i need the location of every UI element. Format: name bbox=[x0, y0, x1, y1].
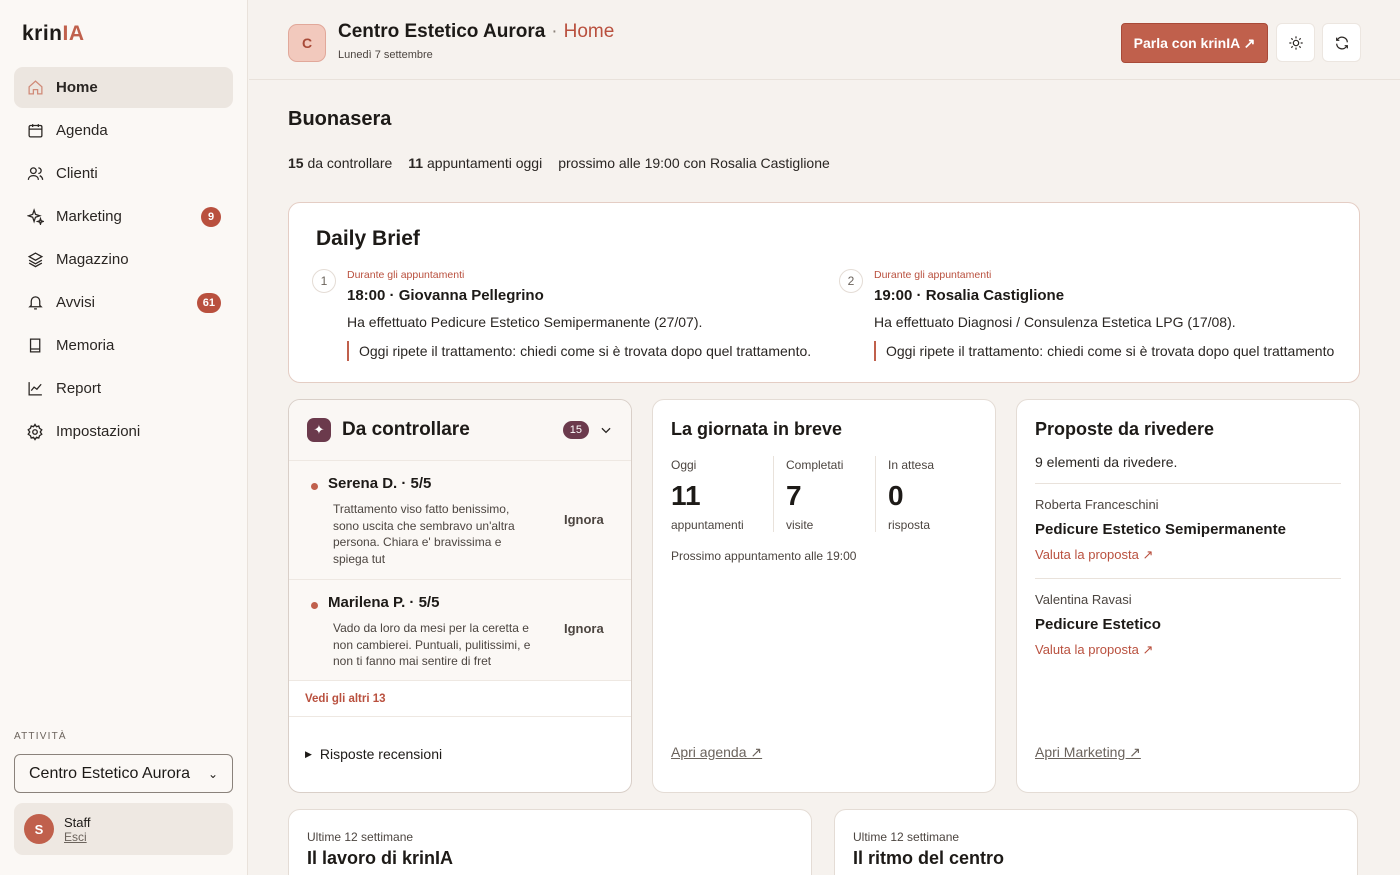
business-avatar: C bbox=[288, 24, 326, 62]
chevron-down-icon: ⌄ bbox=[207, 766, 218, 781]
activity-select[interactable]: Centro Estetico Aurora ⌄ bbox=[14, 754, 233, 793]
triangle-right-icon: ▶ bbox=[305, 748, 312, 759]
avvisi-badge: 61 bbox=[196, 292, 221, 313]
current-date: Lunedì 7 settembre bbox=[338, 49, 433, 61]
top-header: C Centro Estetico Aurora · Home Lunedì 7 s… bbox=[249, 0, 1400, 80]
chevron-down-icon bbox=[599, 423, 613, 437]
see-more-link[interactable]: Vedi gli altri 13 bbox=[289, 681, 631, 717]
sidebar-nav: Home Agenda Clienti Marketing 9 Magazzin… bbox=[14, 67, 233, 454]
app-root: krinIA Home Agenda Clienti Marketing 9 M… bbox=[0, 0, 1400, 875]
stat-today: Oggi 11 appuntamenti bbox=[671, 458, 744, 532]
staff-card: S Staff Esci bbox=[14, 803, 233, 855]
book-icon bbox=[26, 337, 44, 355]
sun-icon bbox=[1288, 35, 1304, 51]
sparkle-icon: ✦ bbox=[307, 418, 331, 442]
proposal-client: Valentina Ravasi bbox=[1035, 592, 1132, 607]
sparkles-icon bbox=[26, 208, 44, 226]
refresh-button[interactable] bbox=[1322, 23, 1361, 62]
daily-brief-card: Daily Brief 1 Durante gli appuntamenti 1… bbox=[288, 202, 1360, 383]
page-title: Centro Estetico Aurora · Home bbox=[338, 21, 615, 42]
summary-stats: 15 da controllare 11 appuntamenti oggi p… bbox=[288, 155, 830, 171]
ignore-button[interactable]: Ignora bbox=[564, 512, 604, 527]
day-summary-card: La giornata in breve Oggi 11 appuntament… bbox=[652, 399, 996, 793]
home-icon bbox=[26, 79, 44, 97]
proposals-count: 9 elementi da rivedere. bbox=[1035, 454, 1178, 470]
sidebar-item-impostazioni[interactable]: Impostazioni bbox=[14, 411, 233, 452]
sidebar: krinIA Home Agenda Clienti Marketing 9 M… bbox=[0, 0, 248, 875]
stat-next: prossimo alle 19:00 con Rosalia Castigli… bbox=[558, 155, 830, 171]
avatar: S bbox=[24, 814, 54, 844]
evaluate-proposal-link[interactable]: Valuta la proposta ↗ bbox=[1035, 547, 1153, 563]
stat-to-review: 15 da controllare bbox=[288, 155, 393, 171]
bell-icon bbox=[26, 294, 44, 312]
proposals-card: Proposte da rivedere 9 elementi da rived… bbox=[1016, 399, 1360, 793]
sidebar-item-agenda[interactable]: Agenda bbox=[14, 110, 233, 151]
krinia-work-card: Ultime 12 settimane Il lavoro di krinIA bbox=[288, 809, 812, 875]
to-review-count: 15 bbox=[562, 421, 589, 439]
chart-line-icon bbox=[26, 380, 44, 398]
proposal-client: Roberta Franceschini bbox=[1035, 497, 1159, 512]
sidebar-item-clienti[interactable]: Clienti bbox=[14, 153, 233, 194]
users-icon bbox=[26, 165, 44, 183]
talk-to-krinia-button[interactable]: Parla con krinIA ↗ bbox=[1121, 23, 1268, 63]
proposal-treatment: Pedicure Estetico Semipermanente bbox=[1035, 521, 1286, 538]
daily-brief-title: Daily Brief bbox=[316, 227, 420, 250]
list-item: Serena D. · 5/5 Trattamento viso fatto b… bbox=[289, 461, 631, 580]
marketing-badge: 9 bbox=[201, 206, 221, 227]
sidebar-item-marketing[interactable]: Marketing 9 bbox=[14, 196, 233, 237]
open-agenda-link[interactable]: Apri agenda ↗ bbox=[671, 744, 762, 761]
theme-toggle-button[interactable] bbox=[1276, 23, 1315, 62]
to-review-header[interactable]: ✦ Da controllare 15 bbox=[289, 400, 631, 461]
sidebar-item-avvisi[interactable]: Avvisi 61 bbox=[14, 282, 233, 323]
calendar-icon bbox=[26, 122, 44, 140]
review-replies-toggle[interactable]: ▶ Risposte recensioni bbox=[289, 717, 631, 791]
logout-link[interactable]: Esci bbox=[64, 830, 91, 844]
proposal-treatment: Pedicure Estetico bbox=[1035, 616, 1161, 633]
stat-completed: Completati 7 visite bbox=[786, 458, 844, 532]
list-item: Marilena P. · 5/5 Vado da loro da mesi p… bbox=[289, 580, 631, 681]
ignore-button[interactable]: Ignora bbox=[564, 621, 604, 636]
sidebar-item-memoria[interactable]: Memoria bbox=[14, 325, 233, 366]
sidebar-item-home[interactable]: Home bbox=[14, 67, 233, 108]
gear-icon bbox=[26, 422, 44, 441]
greeting: Buonasera bbox=[288, 108, 392, 130]
sidebar-item-magazzino[interactable]: Magazzino bbox=[14, 239, 233, 280]
layers-icon bbox=[26, 251, 44, 269]
stat-pending: In attesa 0 risposta bbox=[888, 458, 935, 532]
to-review-card: ✦ Da controllare 15 Serena D. · 5/5 Trat… bbox=[288, 399, 632, 793]
open-marketing-link[interactable]: Apri Marketing ↗ bbox=[1035, 744, 1141, 761]
logo[interactable]: krinIA bbox=[22, 22, 85, 46]
activity-label: ATTIVITÀ bbox=[14, 731, 67, 742]
sidebar-item-report[interactable]: Report bbox=[14, 368, 233, 409]
next-appointment: Prossimo appuntamento alle 19:00 bbox=[671, 549, 857, 563]
stat-appointments: 11 appuntamenti oggi bbox=[408, 155, 543, 171]
center-rhythm-card: Ultime 12 settimane Il ritmo del centro bbox=[834, 809, 1358, 875]
refresh-icon bbox=[1334, 35, 1350, 51]
staff-name: Staff bbox=[64, 814, 91, 830]
evaluate-proposal-link[interactable]: Valuta la proposta ↗ bbox=[1035, 642, 1153, 658]
